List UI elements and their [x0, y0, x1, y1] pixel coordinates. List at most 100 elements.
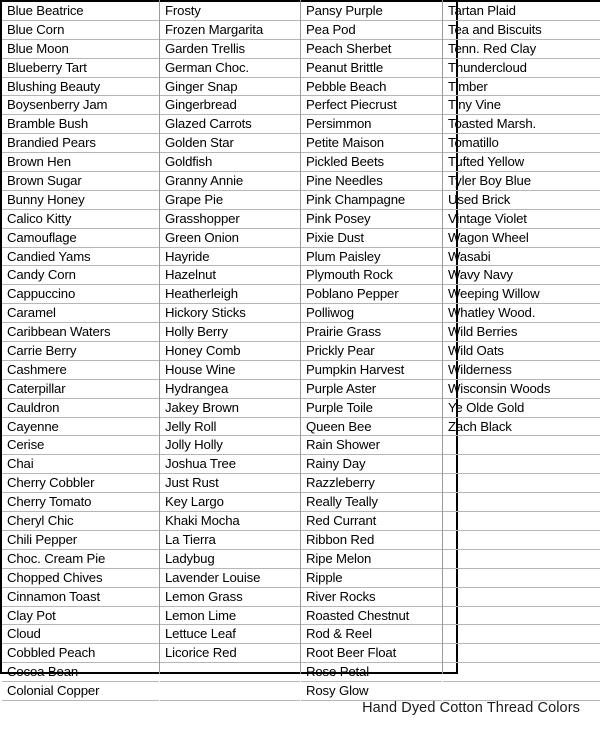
table-cell: Tartan Plaid	[443, 2, 600, 21]
table-cell: Ladybug	[160, 550, 300, 569]
table-cell: Camouflage	[2, 229, 159, 248]
table-cell: Tiny Vine	[443, 96, 600, 116]
table-cell: Prickly Pear	[301, 342, 442, 361]
table-cell: Hydrangea	[160, 380, 300, 399]
table-cell: Carrie Berry	[2, 342, 159, 361]
table-cell: Khaki Mocha	[160, 512, 300, 531]
table-cell: Wild Oats	[443, 342, 600, 361]
table-cell-empty	[443, 512, 600, 531]
table-cell: Hazelnut	[160, 266, 300, 286]
table-cell: Tenn. Red Clay	[443, 40, 600, 59]
table-cell: Hayride	[160, 248, 300, 267]
table-cell: House Wine	[160, 361, 300, 380]
table-cell: Lemon Lime	[160, 607, 300, 626]
table-cell: Ribbon Red	[301, 531, 442, 550]
table-cell: Green Onion	[160, 229, 300, 248]
table-cell: Pumpkin Harvest	[301, 361, 442, 380]
table-cell: Blueberry Tart	[2, 59, 159, 78]
table-cell-empty	[443, 531, 600, 550]
table-cell: Purple Aster	[301, 380, 442, 399]
table-cell: Persimmon	[301, 115, 442, 135]
table-cell: Petite Maison	[301, 134, 442, 154]
table-cell: Brandied Pears	[2, 134, 159, 154]
table-cell: Cinnamon Toast	[2, 588, 159, 607]
table-cell: Whatley Wood.	[443, 304, 600, 324]
table-cell: Poblano Pepper	[301, 285, 442, 305]
table-cell: Timber	[443, 78, 600, 97]
table-cell: Bunny Honey	[2, 191, 159, 210]
table-cell: Polliwog	[301, 304, 442, 324]
table-cell: Pine Needles	[301, 172, 442, 191]
table-cell: Cappuccino	[2, 285, 159, 305]
table-cell: Cerise	[2, 436, 159, 456]
table-cell: Wagon Wheel	[443, 229, 600, 248]
table-cell: Plymouth Rock	[301, 266, 442, 286]
table-cell: Cherry Tomato	[2, 493, 159, 513]
table-cell: Blue Beatrice	[2, 2, 159, 21]
table-cell: Wasabi	[443, 248, 600, 267]
table-cell: Chopped Chives	[2, 569, 159, 588]
table-cell: Pixie Dust	[301, 229, 442, 248]
table-cell: Wilderness	[443, 361, 600, 380]
table-cell: Cheryl Chic	[2, 512, 159, 531]
table-cell: Ye Olde Gold	[443, 399, 600, 418]
table-cell: Wild Berries	[443, 323, 600, 343]
table-cell: Blue Corn	[2, 21, 159, 40]
table-cell: Glazed Carrots	[160, 115, 300, 135]
table-cell: Just Rust	[160, 474, 300, 494]
table-cell: Boysenberry Jam	[2, 96, 159, 116]
thread-color-column-3: Pansy Purple Pea Pod Peach Sherbet Peanut B…	[301, 2, 442, 701]
table-cell: Rain Shower	[301, 436, 442, 456]
table-cell-empty	[443, 682, 600, 701]
table-cell-empty	[443, 436, 600, 456]
table-cell: Jakey Brown	[160, 399, 300, 418]
table-cell: Chai	[2, 455, 159, 475]
table-cell: Ripple	[301, 569, 442, 588]
table-cell-empty	[160, 682, 300, 701]
table-cell: Peach Sherbet	[301, 40, 442, 59]
table-cell: Ginger Snap	[160, 78, 300, 97]
table-cell: Rainy Day	[301, 455, 442, 475]
thread-color-column-1: Blue Beatrice Blue Corn Blue Moon Blueberry…	[2, 2, 159, 701]
table-cell: Cherry Cobbler	[2, 474, 159, 494]
thread-color-table: Blue Beatrice Blue Corn Blue Moon Blueberry…	[0, 0, 600, 701]
table-cell-empty	[443, 455, 600, 475]
table-cell: Roasted Chestnut	[301, 607, 442, 626]
table-cell: Root Beer Float	[301, 644, 442, 664]
table-cell: Frozen Margarita	[160, 21, 300, 40]
table-cell: Tufted Yellow	[443, 153, 600, 173]
table-cell: Lemon Grass	[160, 588, 300, 607]
table-cell: Plum Paisley	[301, 248, 442, 267]
table-cell: La Tierra	[160, 531, 300, 550]
table-cell: Tomatillo	[443, 134, 600, 154]
table-cell: Jelly Roll	[160, 418, 300, 437]
table-cell: Licorice Red	[160, 644, 300, 664]
table-cell: Used Brick	[443, 191, 600, 210]
table-cell: Wavy Navy	[443, 266, 600, 286]
table-cell: Clay Pot	[2, 607, 159, 626]
table-cell: Grasshopper	[160, 210, 300, 229]
table-caption: Hand Dyed Cotton Thread Colors	[362, 700, 580, 716]
table-cell: Rosy Glow	[301, 682, 442, 701]
table-cell: Really Teally	[301, 493, 442, 513]
table-cell-empty	[160, 663, 300, 683]
table-cell: Cobbled Peach	[2, 644, 159, 664]
table-cell: Bramble Bush	[2, 115, 159, 135]
table-cell: Prairie Grass	[301, 323, 442, 343]
table-cell: Rod & Reel	[301, 625, 442, 645]
table-cell: Razzleberry	[301, 474, 442, 494]
table-cell: Purple Toile	[301, 399, 442, 418]
table-cell: Pink Champagne	[301, 191, 442, 210]
table-cell: Chili Pepper	[2, 531, 159, 550]
table-cell: Candy Corn	[2, 266, 159, 286]
table-cell: Gingerbread	[160, 96, 300, 116]
table-cell: Lettuce Leaf	[160, 625, 300, 645]
table-cell: Blushing Beauty	[2, 78, 159, 97]
table-cell: Weeping Willow	[443, 285, 600, 305]
table-cell: Jolly Holly	[160, 436, 300, 456]
table-cell: Toasted Marsh.	[443, 115, 600, 135]
table-cell: Perfect Piecrust	[301, 96, 442, 116]
table-cell: Caramel	[2, 304, 159, 324]
table-cell: Blue Moon	[2, 40, 159, 59]
table-cell: Cocoa Bean	[2, 663, 159, 683]
